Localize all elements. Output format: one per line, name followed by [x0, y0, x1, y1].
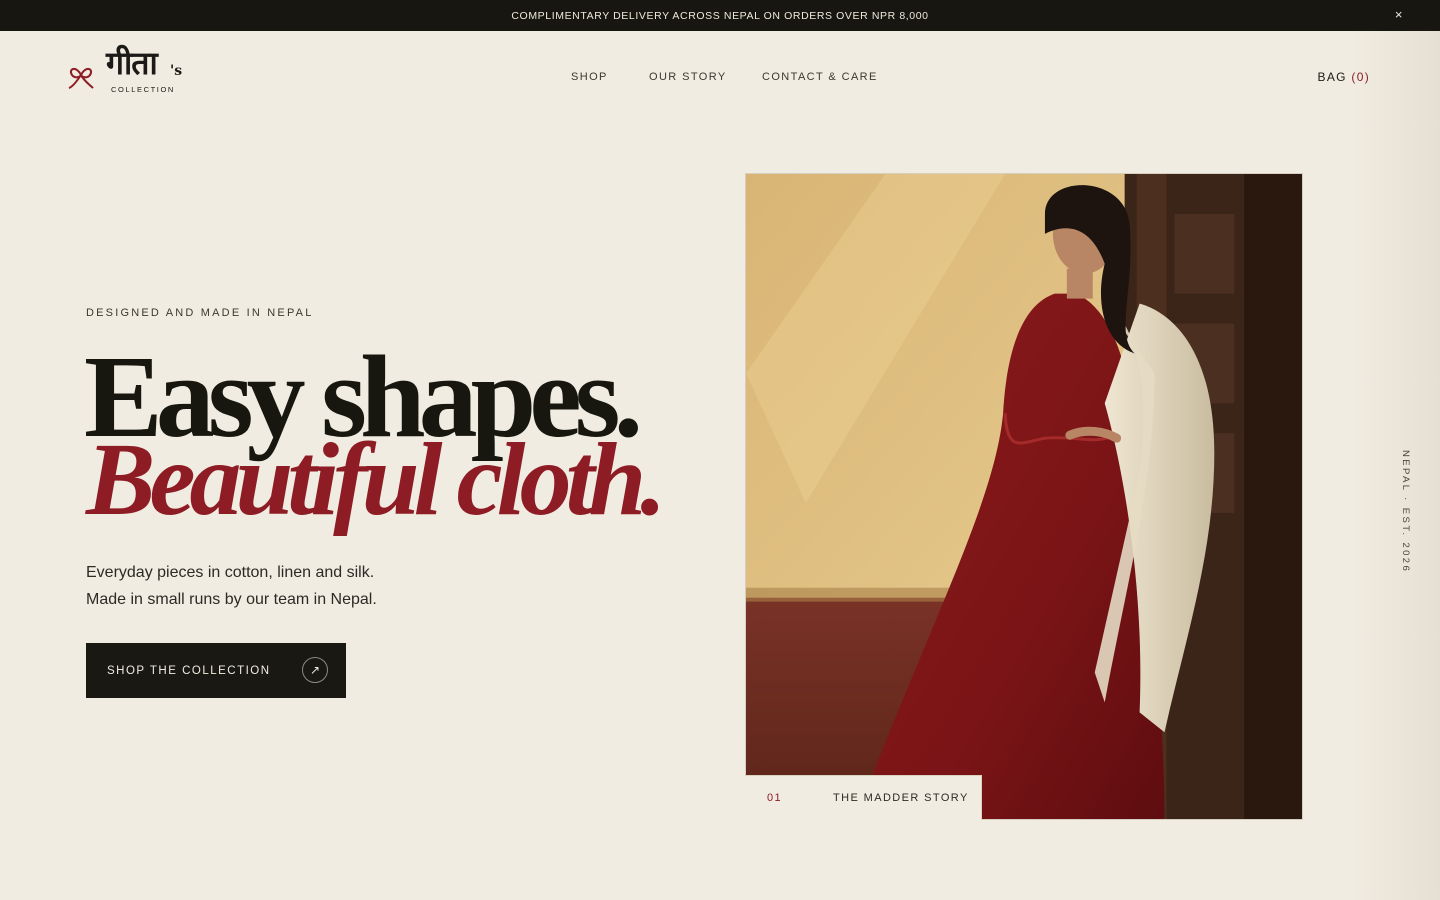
nav-item-our-story[interactable]: OUR STORY — [649, 71, 727, 83]
close-icon[interactable]: × — [1392, 8, 1406, 22]
bag-label: BAG — [1317, 70, 1347, 84]
site-header: गीता 's COLLECTION SHOP OUR STORY CONTAC… — [0, 31, 1440, 123]
feature-title: THE MADDER STORY — [833, 792, 969, 804]
shop-collection-label: SHOP THE COLLECTION — [107, 664, 271, 677]
nav-item-contact-care[interactable]: CONTACT & CARE — [762, 71, 878, 83]
hero-headline-accent: Beautiful cloth. — [86, 422, 666, 537]
announcement-bar: COMPLIMENTARY DELIVERY ACROSS NEPAL ON O… — [0, 0, 1440, 31]
brand-logo[interactable]: गीता 's COLLECTION — [66, 43, 196, 97]
side-vertical-text: NEPAL · EST. 2026 — [1400, 450, 1411, 574]
shop-collection-button[interactable]: SHOP THE COLLECTION ↗ — [86, 643, 346, 698]
brand-wordmark: गीता — [106, 44, 158, 82]
hero-description-line-1: Everyday pieces in cotton, linen and sil… — [86, 564, 375, 581]
arrow-up-right-icon: ↗ — [302, 657, 328, 683]
model-photo-illustration — [746, 174, 1302, 819]
edge-shade — [1350, 31, 1440, 900]
announcement-text: COMPLIMENTARY DELIVERY ACROSS NEPAL ON O… — [511, 9, 929, 22]
brand-subtitle: COLLECTION — [111, 85, 175, 94]
hero-eyebrow: DESIGNED AND MADE IN NEPAL — [86, 307, 314, 319]
flower-knot-icon — [68, 68, 94, 89]
hero-description-line-2: Made in small runs by our team in Nepal. — [86, 591, 377, 608]
feature-caption[interactable]: 01 THE MADDER STORY — [745, 775, 982, 820]
brand-possessive: 's — [170, 63, 183, 79]
bag-count: (0) — [1351, 70, 1370, 84]
feature-number: 01 — [767, 792, 783, 804]
hero-image — [745, 173, 1303, 820]
hero-description: Everyday pieces in cotton, linen and sil… — [86, 559, 377, 613]
nav-item-shop[interactable]: SHOP — [571, 71, 608, 83]
bag-link[interactable]: BAG (0) — [1318, 70, 1370, 84]
